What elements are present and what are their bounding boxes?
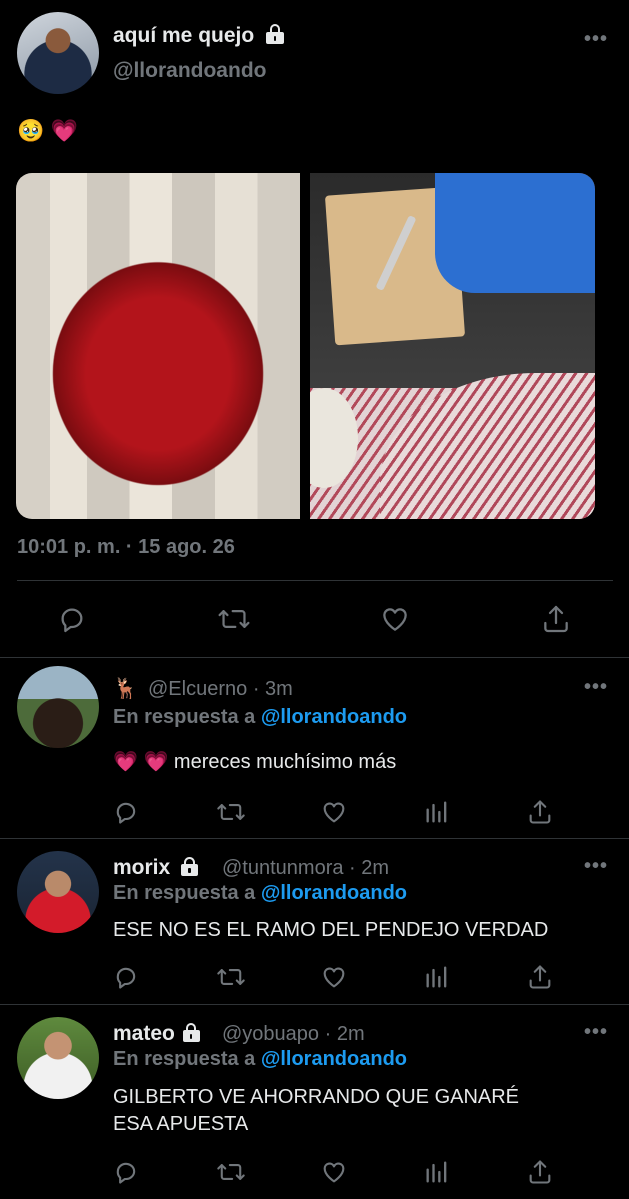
handle[interactable]: @llorandoando xyxy=(113,59,266,83)
handle[interactable]: @yobuapo · 2m xyxy=(222,1023,365,1046)
reply-tweet[interactable]: mateo @yobuapo · 2m ••• En respuesta a @… xyxy=(0,1005,629,1199)
reply-text-line: ESA APUESTA xyxy=(113,1113,249,1135)
reply-icon[interactable] xyxy=(56,603,88,635)
share-icon[interactable] xyxy=(526,798,554,826)
share-icon[interactable] xyxy=(540,603,572,635)
like-icon[interactable] xyxy=(319,798,349,826)
like-icon[interactable] xyxy=(378,603,412,635)
avatar[interactable] xyxy=(17,666,99,748)
avatar[interactable] xyxy=(17,851,99,933)
reply-prefix: En respuesta a xyxy=(113,882,261,904)
retweet-icon[interactable] xyxy=(216,798,246,826)
handle[interactable]: @Elcuerno · 3m xyxy=(148,678,293,701)
analytics-icon[interactable] xyxy=(423,1158,451,1186)
analytics-icon[interactable] xyxy=(423,963,451,991)
analytics-icon[interactable] xyxy=(423,798,451,826)
photo-kitchen[interactable] xyxy=(310,173,595,519)
like-icon[interactable] xyxy=(319,963,349,991)
reply-context: En respuesta a @llorandoando xyxy=(113,882,407,905)
more-options-icon[interactable]: ••• xyxy=(584,855,608,878)
lock-icon xyxy=(266,24,285,45)
reply-icon[interactable] xyxy=(112,798,140,826)
timestamp[interactable]: 10:01 p. m. · 15 ago. 26 xyxy=(17,536,235,559)
share-icon[interactable] xyxy=(526,963,554,991)
reply-tweet[interactable]: morix @tuntunmora · 2m ••• En respuesta … xyxy=(0,839,629,1004)
divider xyxy=(17,580,613,581)
deer-emoji: 🦌 xyxy=(113,678,138,700)
reply-prefix: En respuesta a xyxy=(113,706,261,728)
display-name-text: mateo xyxy=(113,1022,175,1045)
share-icon[interactable] xyxy=(526,1158,554,1186)
time-ago: · 2m xyxy=(349,857,390,879)
avatar[interactable] xyxy=(17,1017,99,1099)
reply-prefix: En respuesta a xyxy=(113,1048,261,1070)
lock-icon xyxy=(182,1022,200,1042)
reply-mention-link[interactable]: @llorandoando xyxy=(261,1048,407,1070)
retweet-icon[interactable] xyxy=(216,1158,246,1186)
reply-text-line: GILBERTO VE AHORRANDO QUE GANARÉ xyxy=(113,1086,520,1108)
reply-mention-link[interactable]: @llorandoando xyxy=(261,882,407,904)
handle[interactable]: @tuntunmora · 2m xyxy=(222,857,389,880)
time-ago: · 2m xyxy=(324,1023,365,1045)
handle-text: @tuntunmora xyxy=(222,857,344,879)
display-name[interactable]: aquí me quejo xyxy=(113,24,285,48)
display-name-text: morix xyxy=(113,856,171,879)
reply-text: GILBERTO VE AHORRANDO QUE GANARÉ ESA APU… xyxy=(113,1084,608,1138)
display-name[interactable]: morix xyxy=(113,856,199,880)
reply-context: En respuesta a @llorandoando xyxy=(113,706,407,729)
reply-icon[interactable] xyxy=(112,963,140,991)
retweet-icon[interactable] xyxy=(217,603,251,635)
display-name[interactable]: mateo xyxy=(113,1022,200,1046)
handle-text: @Elcuerno xyxy=(148,678,248,700)
reply-text: ESE NO ES EL RAMO DEL PENDEJO VERDAD xyxy=(113,919,549,941)
more-options-icon[interactable]: ••• xyxy=(584,1021,608,1044)
handle-text: @yobuapo xyxy=(222,1023,320,1045)
reply-icon[interactable] xyxy=(112,1158,140,1186)
main-tweet: aquí me quejo @llorandoando ••• 🥹 💗 10:0… xyxy=(0,0,629,657)
reply-context: En respuesta a @llorandoando xyxy=(113,1048,407,1071)
photo-roses[interactable] xyxy=(16,173,300,519)
time-ago: · 3m xyxy=(252,678,293,700)
more-options-icon[interactable]: ••• xyxy=(584,28,608,51)
like-icon[interactable] xyxy=(319,1158,349,1186)
tweet-text: 🥹 💗 xyxy=(17,118,78,143)
avatar[interactable] xyxy=(17,12,99,94)
display-name-text: aquí me quejo xyxy=(113,24,255,47)
more-options-icon[interactable]: ••• xyxy=(584,676,608,699)
reply-text: 💗 💗 mereces muchísimo más xyxy=(113,751,397,773)
reply-tweet[interactable]: 🦌 @Elcuerno · 3m ••• En respuesta a @llo… xyxy=(0,658,629,838)
reply-mention-link[interactable]: @llorandoando xyxy=(261,706,407,728)
lock-icon xyxy=(181,856,199,876)
retweet-icon[interactable] xyxy=(216,963,246,991)
